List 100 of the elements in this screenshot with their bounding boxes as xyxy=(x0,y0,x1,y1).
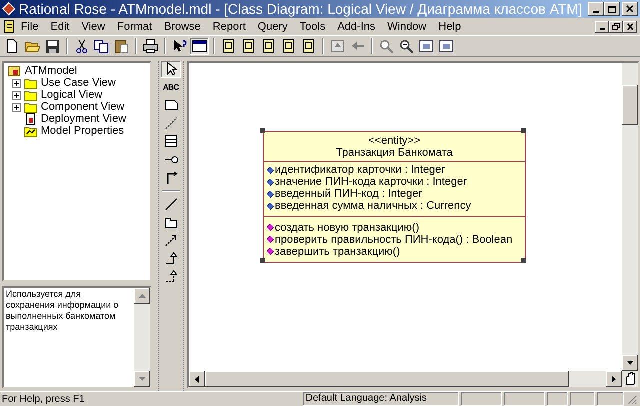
scroll-right-icon[interactable] xyxy=(612,376,616,382)
minimize-button[interactable] xyxy=(588,2,604,16)
tree-item[interactable]: Use Case View xyxy=(41,77,116,89)
printer-button[interactable] xyxy=(141,38,160,54)
close-button[interactable] xyxy=(622,2,638,16)
fit-window-button[interactable] xyxy=(417,38,436,54)
resize-grip-icon[interactable] xyxy=(626,393,638,405)
note-icon xyxy=(164,98,178,113)
window-button[interactable] xyxy=(190,38,209,54)
selection-handle[interactable] xyxy=(260,128,265,133)
scroll-down-icon[interactable] xyxy=(626,361,634,365)
realization-icon xyxy=(164,269,178,284)
generalization-icon xyxy=(164,251,178,266)
class-box[interactable] xyxy=(263,131,526,263)
close-icon xyxy=(626,22,634,30)
expand-icon[interactable] xyxy=(12,102,21,112)
folder-icon xyxy=(24,76,38,90)
model-icon xyxy=(8,64,22,78)
status-pane xyxy=(546,392,568,406)
close-icon xyxy=(625,4,635,14)
save-icon xyxy=(45,38,60,54)
selection-handle[interactable] xyxy=(260,258,265,263)
diagram-icon xyxy=(221,38,236,54)
printer-icon xyxy=(143,38,158,54)
operation-text: создать новую транзакцию() xyxy=(275,222,420,234)
menu-item[interactable]: Edit xyxy=(44,20,76,34)
status-pane xyxy=(570,392,596,406)
diagram-icon xyxy=(301,38,316,54)
line-icon xyxy=(164,197,178,212)
text-tool-button[interactable]: ABC xyxy=(161,79,181,96)
menu-item[interactable]: Report xyxy=(206,20,252,34)
new-file-icon xyxy=(5,38,20,54)
document-icon[interactable] xyxy=(3,20,15,34)
minimize-icon xyxy=(600,28,604,30)
status-pane xyxy=(597,392,624,406)
documentation-text: Используется для сохранения информации о выполненных банкоматом транзакциях xyxy=(5,288,120,334)
tree-item[interactable]: Logical View xyxy=(41,89,103,101)
class-name: Транзакция Банкомата xyxy=(335,147,454,159)
dashed-line-icon xyxy=(164,116,178,131)
operation-text: завершить транзакцию() xyxy=(275,246,400,258)
menu-item[interactable]: Format xyxy=(111,20,158,34)
folder-icon xyxy=(24,124,38,138)
zoom-in-icon xyxy=(379,38,394,54)
menu-item[interactable]: Add-Ins xyxy=(332,20,382,34)
rose-app-icon xyxy=(2,2,16,16)
diagram-icon xyxy=(261,38,276,54)
selection-handle[interactable] xyxy=(521,128,526,133)
attribute-text: введенный ПИН-код : Integer xyxy=(275,188,422,200)
menu-item[interactable]: File xyxy=(15,20,45,34)
attribute-text: идентификатор карточки : Integer xyxy=(275,164,446,176)
fit-window-icon xyxy=(439,38,454,54)
tree-item[interactable]: Deployment View xyxy=(41,113,126,125)
pointer-tool-button[interactable] xyxy=(161,61,181,78)
tree-item[interactable]: ATMmodel xyxy=(25,65,78,77)
menu-item[interactable]: Window xyxy=(382,20,433,34)
restore-icon xyxy=(612,22,620,30)
arrow-line-icon xyxy=(164,233,178,248)
menu-item[interactable]: Help xyxy=(432,20,468,34)
attribute-text: введенная сумма наличных : Currency xyxy=(275,200,472,212)
zoom-out-icon xyxy=(399,38,414,54)
hand-icon[interactable] xyxy=(624,372,636,386)
scrollbar[interactable] xyxy=(134,288,150,387)
minimize-icon xyxy=(593,11,599,13)
expand-icon[interactable] xyxy=(12,90,21,100)
status-text: For Help, press F1 xyxy=(2,394,86,404)
browse-up-icon xyxy=(330,38,345,54)
close-button[interactable] xyxy=(623,20,637,32)
operation-text: проверить правильность ПИН-кода() : Boolean xyxy=(275,234,513,246)
copy-button[interactable] xyxy=(92,38,111,54)
maximize-icon xyxy=(607,4,617,14)
tree-item[interactable]: Component View xyxy=(41,101,125,113)
scroll-thumb[interactable] xyxy=(205,371,569,387)
menu-item[interactable]: View xyxy=(76,20,112,34)
selection-handle[interactable] xyxy=(521,258,526,263)
menu-item[interactable]: Tools xyxy=(294,20,332,34)
class-icon xyxy=(164,134,178,149)
menu-item[interactable]: Browse xyxy=(158,20,207,34)
scroll-thumb[interactable] xyxy=(622,85,638,125)
expand-icon[interactable] xyxy=(12,78,21,88)
diagram-icon xyxy=(241,38,256,54)
window-title: Rational Rose - ATMmodel.mdl - [Class Diagram: Logical View / Диаграмма классов ATM] xyxy=(19,1,584,17)
scroll-up-icon[interactable] xyxy=(138,294,146,298)
status-pane xyxy=(504,392,545,406)
node-icon xyxy=(24,112,38,126)
paste-icon xyxy=(114,38,129,54)
status-pane: Default Language: Analysis xyxy=(302,392,460,406)
minimize-button[interactable] xyxy=(595,20,609,32)
attribute-text: значение ПИН-кода карточки : Integer xyxy=(275,176,468,188)
save-button[interactable] xyxy=(43,38,62,54)
status-pane xyxy=(461,392,502,406)
fit-window-button[interactable] xyxy=(437,38,456,54)
folder-icon xyxy=(24,88,38,102)
maximize-button[interactable] xyxy=(604,2,620,16)
tree-item[interactable]: Model Properties xyxy=(41,125,124,137)
scroll-left-icon[interactable] xyxy=(195,376,199,382)
window-icon xyxy=(192,38,207,54)
diagram-icon xyxy=(281,38,296,54)
fit-window-icon xyxy=(419,38,434,54)
menu-item[interactable]: Query xyxy=(252,20,294,34)
restore-button[interactable] xyxy=(609,20,623,32)
